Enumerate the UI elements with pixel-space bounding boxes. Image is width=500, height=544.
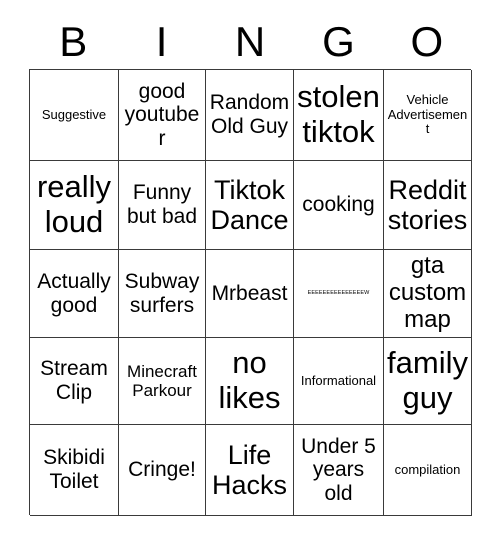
bingo-cell-n2[interactable]: Tiktok Dance	[206, 161, 294, 250]
bingo-cell-g2[interactable]: cooking	[294, 161, 384, 250]
bingo-card: B I N G O Suggestive good youtuber Rando…	[0, 0, 500, 544]
bingo-cell-g3[interactable]: EEEEEEEEEEEEEEEW	[294, 250, 384, 338]
bingo-cell-i5[interactable]: Cringe!	[119, 425, 206, 516]
bingo-cell-label: good youtuber	[124, 79, 200, 150]
bingo-cell-label: Tiktok Dance	[210, 174, 289, 235]
bingo-cell-label: Informational	[300, 372, 377, 388]
bingo-header: B I N G O	[29, 16, 471, 68]
bingo-cell-b1[interactable]: Suggestive	[30, 70, 119, 161]
bingo-cell-label: Skibidi Toilet	[43, 446, 105, 493]
bingo-cell-o5[interactable]: compilation	[384, 425, 472, 516]
bingo-cell-label: Random Old Guy	[209, 91, 290, 138]
bingo-cell-b2[interactable]: really loud	[30, 161, 119, 250]
bingo-cell-label: Stream Clip	[40, 357, 108, 404]
bingo-cell-label: Funny but bad	[126, 181, 198, 228]
bingo-cell-label: compilation	[394, 461, 461, 477]
bingo-cell-g4[interactable]: Informational	[294, 338, 384, 425]
bingo-cell-i3[interactable]: Subway surfers	[119, 250, 206, 338]
bingo-cell-label: no likes	[218, 345, 281, 415]
bingo-cell-label: cooking	[302, 193, 375, 217]
bingo-cell-g1[interactable]: stolen tiktok	[294, 70, 384, 161]
bingo-cell-label: Subway surfers	[124, 269, 200, 317]
bingo-cell-b4[interactable]: Stream Clip	[30, 338, 119, 425]
bingo-cell-label: Suggestive	[41, 106, 107, 122]
bingo-cell-label: Cringe!	[128, 458, 196, 482]
bingo-cell-label: EEEEEEEEEEEEEEEW	[307, 290, 370, 297]
bingo-cell-g5[interactable]: Under 5 years old	[294, 425, 384, 516]
bingo-cell-b3[interactable]: Actually good	[30, 250, 119, 338]
bingo-header-letter-o: O	[410, 18, 444, 65]
bingo-cell-b5[interactable]: Skibidi Toilet	[30, 425, 119, 516]
bingo-cell-label: Under 5 years old	[301, 434, 376, 505]
bingo-cell-n5[interactable]: Life Hacks	[206, 425, 294, 516]
bingo-cell-label: really loud	[36, 169, 112, 239]
bingo-cell-o3[interactable]: gta custom map	[384, 250, 472, 338]
bingo-cell-o2[interactable]: Reddit stories	[384, 161, 472, 250]
bingo-header-letter-i: I	[155, 18, 168, 65]
bingo-cell-i1[interactable]: good youtuber	[119, 70, 206, 161]
bingo-cell-i2[interactable]: Funny but bad	[119, 161, 206, 250]
bingo-header-letter-g: G	[322, 18, 355, 65]
bingo-cell-label: Minecraft Parkour	[127, 361, 197, 400]
bingo-cell-label: family guy	[387, 345, 468, 415]
bingo-cell-label: Life Hacks	[211, 439, 287, 500]
bingo-cell-label: stolen tiktok	[297, 79, 380, 149]
bingo-header-letter-b: B	[59, 18, 88, 65]
bingo-cell-n1[interactable]: Random Old Guy	[206, 70, 294, 161]
bingo-cell-label: gta custom map	[388, 252, 467, 333]
bingo-cell-i4[interactable]: Minecraft Parkour	[119, 338, 206, 425]
bingo-grid: Suggestive good youtuber Random Old Guy …	[29, 69, 472, 516]
bingo-cell-n3[interactable]: Mrbeast	[206, 250, 294, 338]
bingo-cell-label: Reddit stories	[387, 174, 468, 235]
bingo-header-letter-n: N	[234, 18, 266, 65]
bingo-cell-o1[interactable]: Vehicle Advertisement	[384, 70, 472, 161]
bingo-cell-label: Actually good	[37, 269, 111, 317]
bingo-cell-label: Vehicle Advertisement	[387, 92, 468, 137]
bingo-cell-o4[interactable]: family guy	[384, 338, 472, 425]
bingo-cell-n4[interactable]: no likes	[206, 338, 294, 425]
bingo-cell-label: Mrbeast	[211, 281, 288, 305]
